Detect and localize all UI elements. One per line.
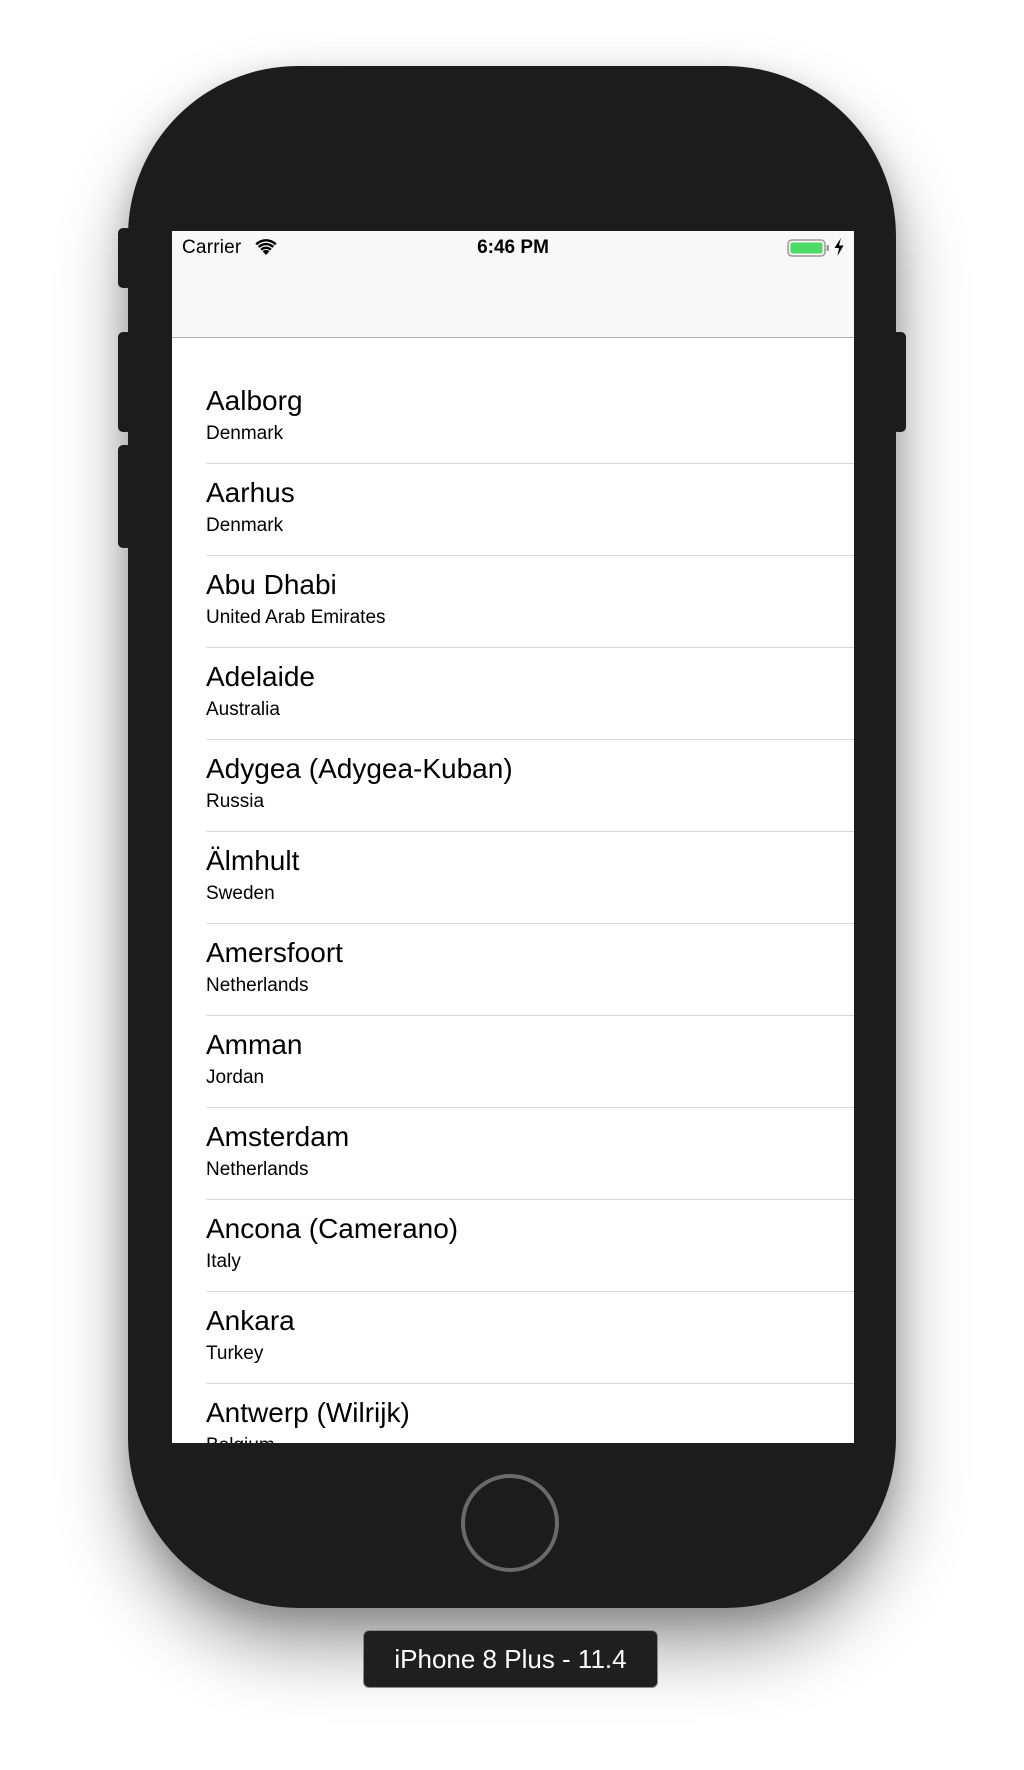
list-item[interactable]: Aarhus Denmark [172, 464, 854, 556]
city-name: Adelaide [206, 661, 315, 692]
list-item[interactable]: Abu Dhabi United Arab Emirates [172, 556, 854, 648]
city-name: Adygea (Adygea-Kuban) [206, 753, 513, 784]
country-name: Denmark [206, 423, 284, 444]
navigation-bar [172, 265, 854, 338]
battery-icon [787, 239, 829, 257]
country-name: Belgium [206, 1435, 275, 1443]
status-time: 6:46 PM [477, 237, 549, 258]
list-item[interactable]: Adelaide Australia [172, 648, 854, 740]
country-name: Netherlands [206, 1159, 309, 1180]
city-list[interactable]: Aalborg Denmark Aarhus Denmark Abu Dhabi Unit… [172, 372, 854, 1443]
city-name: Aarhus [206, 477, 295, 508]
status-bar: Carrier 6:46 PM [172, 231, 854, 265]
simulator-window: Carrier 6:46 PM Aalborg Denmark Aarhus Denm… [0, 0, 1024, 1770]
list-item[interactable]: Amsterdam Netherlands [172, 1108, 854, 1200]
list-item[interactable]: Ankara Turkey [172, 1292, 854, 1384]
charging-icon [834, 238, 844, 256]
city-name: Antwerp (Wilrijk) [206, 1397, 410, 1428]
list-item[interactable]: Ancona (Camerano) Italy [172, 1200, 854, 1292]
city-name: Ancona (Camerano) [206, 1213, 459, 1244]
country-name: Netherlands [206, 975, 309, 996]
city-name: Älmhult [206, 845, 300, 876]
country-name: Australia [206, 699, 280, 720]
list-item[interactable]: Amersfoort Netherlands [172, 924, 854, 1016]
country-name: United Arab Emirates [206, 607, 386, 628]
country-name: Denmark [206, 515, 284, 536]
city-name: Amsterdam [206, 1121, 350, 1152]
device-screen: Carrier 6:46 PM Aalborg Denmark Aarhus Denm… [172, 231, 854, 1443]
city-name: Abu Dhabi [206, 569, 337, 600]
country-name: Turkey [206, 1343, 264, 1364]
device-label: iPhone 8 Plus - 11.4 [363, 1630, 658, 1688]
city-name: Ankara [206, 1305, 295, 1336]
country-name: Sweden [206, 883, 275, 904]
list-item[interactable]: Amman Jordan [172, 1016, 854, 1108]
country-name: Italy [206, 1251, 241, 1272]
list-item[interactable]: Antwerp (Wilrijk) Belgium [172, 1384, 854, 1443]
city-name: Amman [206, 1029, 303, 1060]
list-item[interactable]: Adygea (Adygea-Kuban) Russia [172, 740, 854, 832]
home-button[interactable] [461, 1474, 559, 1572]
list-item[interactable]: Älmhult Sweden [172, 832, 854, 924]
city-name: Aalborg [206, 385, 303, 416]
city-name: Amersfoort [206, 937, 343, 968]
country-name: Russia [206, 791, 265, 812]
country-name: Jordan [206, 1067, 265, 1088]
list-item[interactable]: Aalborg Denmark [172, 372, 854, 464]
